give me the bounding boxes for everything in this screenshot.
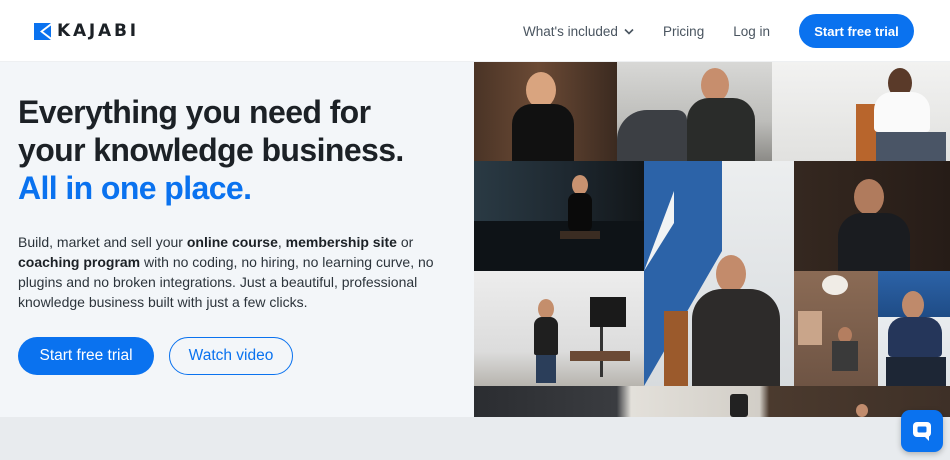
man-chair-gesturing-photo — [772, 62, 950, 161]
nav-pricing[interactable]: Pricing — [663, 24, 704, 39]
desc-text-3: or — [396, 234, 414, 250]
site-header: KAJABI What's included Pricing Log in St… — [0, 0, 950, 62]
logo-wordmark: KAJABI — [57, 21, 139, 41]
man-sitting-blue-wall-photo — [644, 161, 794, 386]
hero-watch-video-button[interactable]: Watch video — [169, 337, 293, 375]
man-motorcycle-photo — [617, 62, 772, 161]
chat-bubble-icon — [913, 422, 931, 441]
kajabi-logo[interactable]: KAJABI — [34, 21, 139, 41]
main-nav: What's included Pricing Log in Start fre… — [523, 14, 914, 48]
hero-start-trial-button[interactable]: Start free trial — [18, 337, 154, 375]
nav-login[interactable]: Log in — [733, 24, 770, 39]
man-portrait-photo — [794, 161, 950, 271]
chat-widget-button[interactable] — [901, 410, 943, 452]
desc-text-1: Build, market and sell your — [18, 234, 187, 250]
woman-smiling-photo — [474, 62, 617, 161]
desc-text-2: , — [277, 234, 286, 250]
nav-whats-included[interactable]: What's included — [523, 24, 634, 39]
desc-membership-site: membership site — [285, 234, 397, 250]
chevron-down-icon — [624, 28, 634, 35]
photo-collage — [474, 62, 950, 417]
desc-online-course: online course — [186, 234, 278, 250]
header-start-trial-button[interactable]: Start free trial — [799, 14, 914, 48]
woman-seated-studio-photo — [474, 161, 644, 271]
hero-headline: Everything you need for your knowledge b… — [18, 93, 468, 207]
headline-accent: All in one place. — [18, 170, 252, 206]
headline-line-1: Everything you need for — [18, 94, 371, 130]
kajabi-logo-icon — [34, 22, 51, 40]
man-seated-right-photo — [878, 271, 950, 386]
hero-section: Everything you need for your knowledge b… — [0, 62, 474, 417]
collage-bottom-photo — [474, 386, 950, 417]
desc-coaching-program: coaching program — [18, 254, 141, 270]
office-room-photo — [794, 271, 878, 386]
next-section-strip — [0, 417, 950, 460]
woman-presenting-studio-photo — [474, 271, 644, 386]
hero-description: Build, market and sell your online cours… — [18, 232, 450, 312]
headline-line-2: your knowledge business. — [18, 132, 404, 168]
nav-whats-included-label: What's included — [523, 23, 618, 39]
